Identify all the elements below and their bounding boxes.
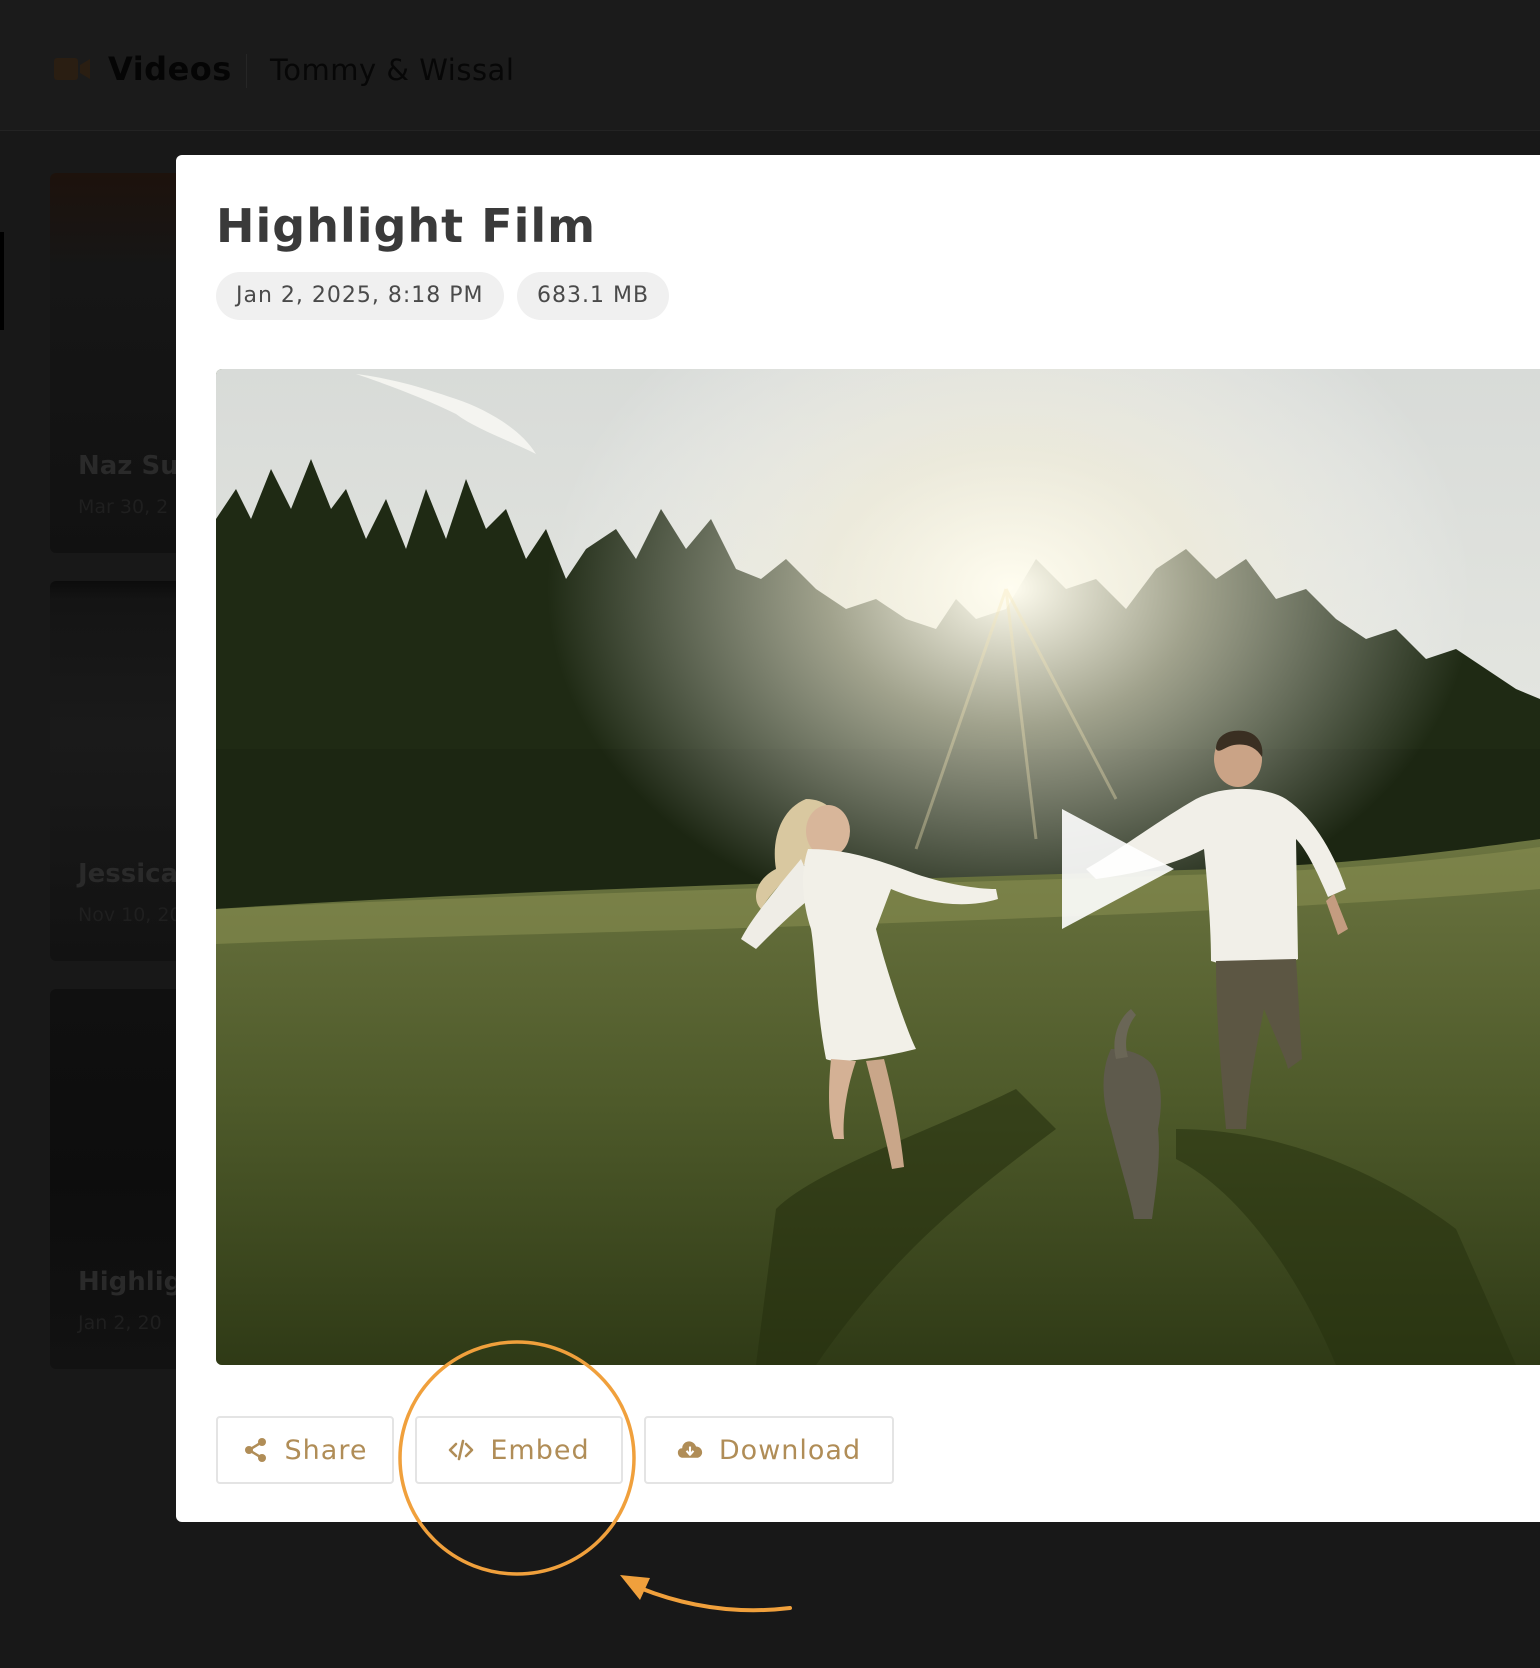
embed-label: Embed [490,1434,590,1466]
code-icon [449,1439,474,1461]
sidebar-active-indicator [0,232,4,330]
share-icon [244,1438,266,1462]
video-card-date: Nov 10, 20 [78,904,182,926]
project-name[interactable]: Tommy & Wissal [270,53,514,87]
video-modal: Highlight Film Jan 2, 2025, 8:18 PM 683.… [176,155,1540,1522]
header-divider [246,54,247,88]
embed-button[interactable]: Embed [415,1416,623,1484]
cloud-download-icon [677,1441,703,1458]
video-card-title: Highligl [78,1267,192,1297]
date-badge: Jan 2, 2025, 8:18 PM [216,272,504,320]
download-label: Download [718,1434,862,1466]
share-label: Share [284,1434,368,1466]
play-icon[interactable] [1054,809,1174,929]
download-button[interactable]: Download [644,1416,894,1484]
page-header: Videos Tommy & Wissal [0,0,1540,131]
modal-title: Highlight Film [216,199,597,253]
video-player[interactable] [216,369,1540,1365]
share-button[interactable]: Share [216,1416,394,1484]
video-card-title: Jessica [78,859,179,889]
video-card-date: Jan 2, 20 [78,1312,162,1334]
video-card-title: Naz Su [78,451,179,481]
video-card-date: Mar 30, 2 [78,496,169,518]
annotation-arrow [638,1586,792,1613]
arrow-head-icon [620,1575,650,1600]
file-size-badge: 683.1 MB [517,272,670,320]
video-thumbnail [216,369,1540,1365]
video-camera-icon [54,58,90,80]
section-title[interactable]: Videos [108,50,232,88]
